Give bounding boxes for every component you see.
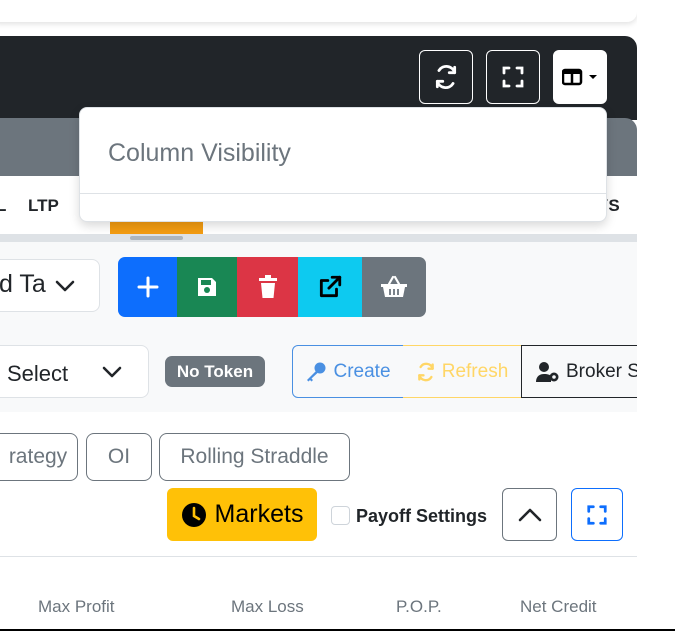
- column-visibility-button[interactable]: [553, 50, 607, 104]
- broker-settings-button[interactable]: Broker S: [521, 345, 646, 398]
- menu-divider: [80, 193, 606, 194]
- delete-button[interactable]: [237, 257, 298, 317]
- tab-rolling-straddle[interactable]: Rolling Straddle: [159, 433, 350, 481]
- tab-label: rategy: [8, 445, 68, 468]
- expand-icon: [587, 504, 607, 525]
- create-token-button[interactable]: Create: [292, 345, 404, 398]
- chevron-down-icon: [55, 280, 75, 291]
- top-card: [0, 0, 637, 22]
- summary-max-profit: Max Profit: [38, 597, 115, 616]
- broker-select[interactable]: Select: [0, 345, 149, 398]
- fullscreen-button[interactable]: [486, 50, 540, 104]
- collapse-button[interactable]: [502, 488, 557, 541]
- create-label: Create: [333, 360, 391, 382]
- tab-label: OI: [107, 445, 131, 468]
- expand-icon: [502, 66, 524, 88]
- strategy-action-group: [118, 257, 426, 317]
- trash-icon: [258, 275, 277, 298]
- caret-down-icon: [589, 75, 597, 79]
- summary-pop: P.O.P.: [396, 597, 442, 616]
- sync-icon: [435, 64, 457, 90]
- basket-icon: [381, 275, 407, 297]
- basket-button[interactable]: [362, 257, 426, 317]
- plus-icon: [137, 276, 158, 298]
- summary-net-credit: Net Credit: [520, 597, 597, 616]
- tab-label: Rolling Straddle: [180, 445, 329, 468]
- user-gear-icon: [536, 361, 559, 382]
- refresh-label: Refresh: [441, 360, 509, 382]
- columns-icon: [562, 68, 583, 86]
- resize-band: [0, 234, 637, 242]
- token-status-badge: No Token: [165, 356, 265, 387]
- header-cell: L: [0, 196, 7, 215]
- summary-max-loss: Max Loss: [231, 597, 304, 616]
- payoff-settings-checkbox[interactable]: [331, 506, 350, 525]
- chevron-up-icon: [518, 508, 541, 521]
- strategy-select-value: d Ta: [0, 270, 46, 298]
- key-icon: [307, 362, 326, 381]
- broker-select-value: Select: [7, 361, 69, 386]
- column-visibility-menu: Column Visibility: [79, 107, 607, 222]
- save-icon: [198, 278, 216, 296]
- tab-oi[interactable]: OI: [86, 433, 152, 481]
- page-margin: [637, 0, 675, 631]
- active-column-marker: [110, 222, 203, 234]
- add-button[interactable]: [118, 257, 177, 317]
- payoff-settings-label: Payoff Settings: [356, 506, 488, 526]
- tab-strategy[interactable]: rategy: [0, 433, 78, 481]
- chevron-down-icon: [102, 366, 122, 377]
- markets-button[interactable]: Markets: [167, 488, 317, 541]
- strategy-select[interactable]: d Ta: [0, 259, 100, 312]
- divider: [0, 556, 637, 557]
- header-cell-ltp: LTP: [28, 196, 59, 215]
- resize-handle[interactable]: [130, 236, 183, 240]
- sync-icon: [417, 362, 434, 381]
- clock-icon: [181, 502, 206, 527]
- menu-header: Column Visibility: [108, 139, 291, 167]
- save-button[interactable]: [177, 257, 237, 317]
- open-external-button[interactable]: [298, 257, 362, 317]
- external-link-icon: [319, 275, 342, 298]
- markets-label: Markets: [214, 500, 304, 528]
- refresh-button[interactable]: [419, 50, 473, 104]
- payoff-fullscreen-button[interactable]: [571, 488, 623, 541]
- broker-settings-label: Broker S: [566, 360, 640, 382]
- refresh-token-button[interactable]: Refresh: [403, 345, 522, 398]
